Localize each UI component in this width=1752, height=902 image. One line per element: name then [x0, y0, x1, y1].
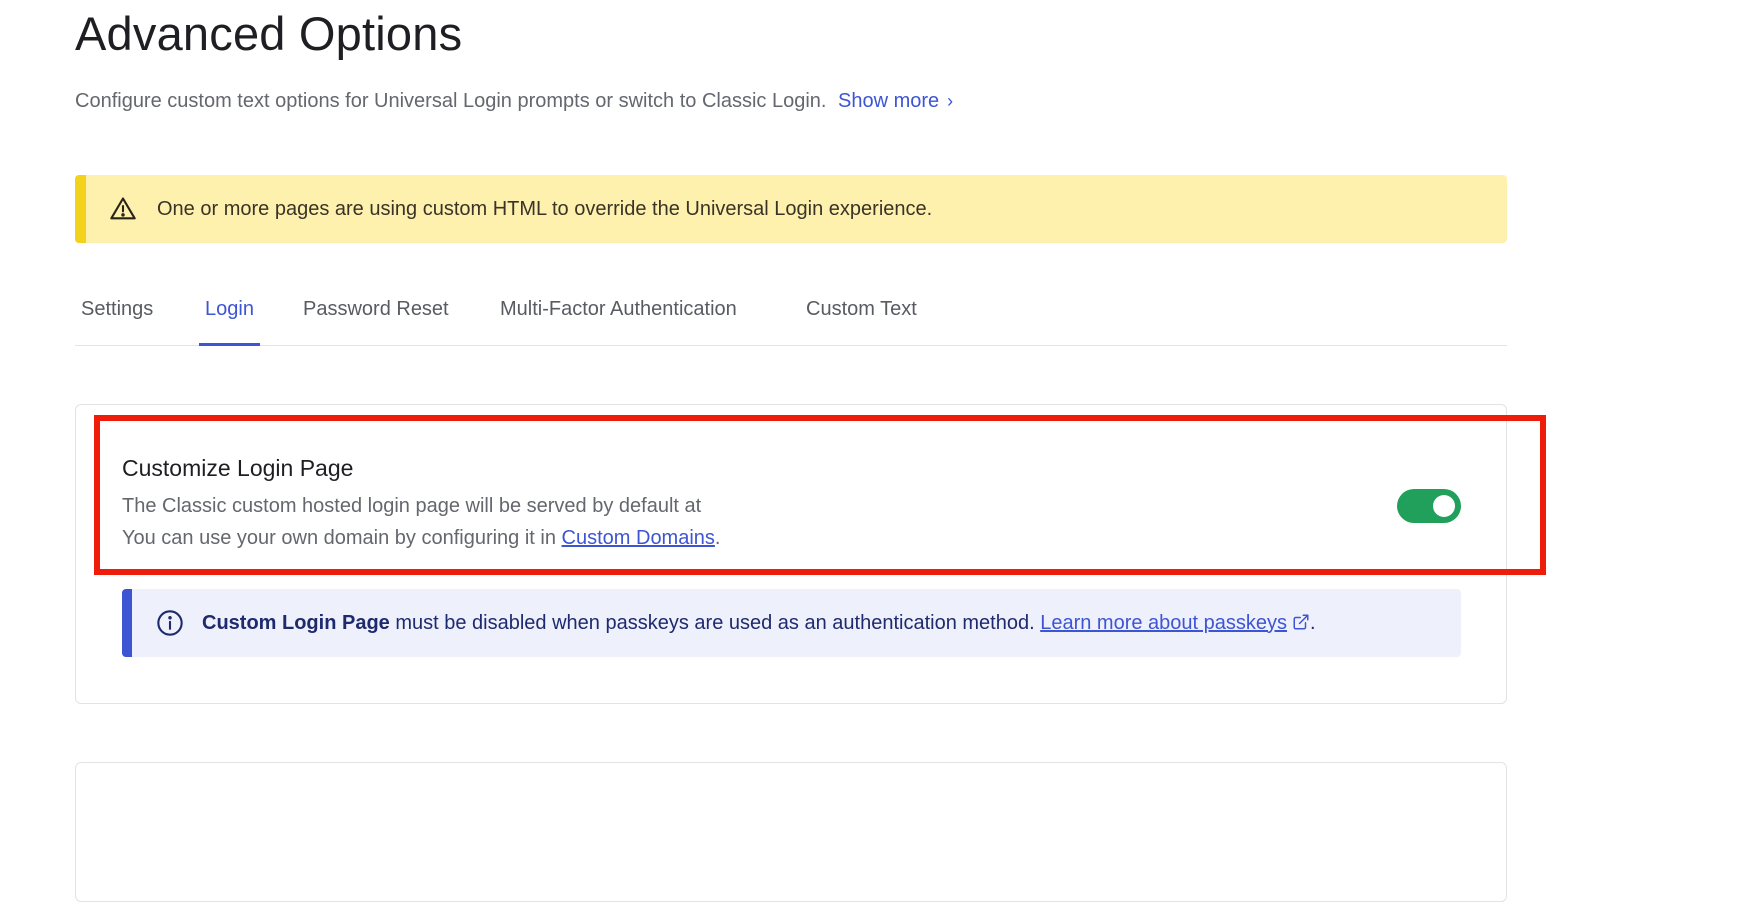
- warning-banner: One or more pages are using custom HTML …: [75, 175, 1507, 243]
- next-settings-card: [75, 762, 1507, 902]
- external-link-icon: [1293, 614, 1309, 629]
- show-more-label: Show more: [838, 90, 940, 112]
- warning-triangle-icon: [110, 197, 136, 220]
- description-text: Configure custom text options for Univer…: [75, 90, 827, 112]
- tab-password-reset[interactable]: Password Reset: [297, 298, 455, 343]
- info-text: Custom Login Page must be disabled when …: [202, 612, 1316, 635]
- tab-custom-text[interactable]: Custom Text: [800, 298, 923, 343]
- tab-login[interactable]: Login: [199, 298, 260, 346]
- page-description: Configure custom text options for Univer…: [75, 90, 953, 113]
- show-more-link[interactable]: Show more ›: [838, 90, 953, 112]
- warning-text: One or more pages are using custom HTML …: [157, 197, 933, 220]
- info-circle-icon: [157, 610, 183, 636]
- tab-settings[interactable]: Settings: [75, 298, 159, 343]
- highlight-annotation: [94, 415, 1546, 575]
- page-title: Advanced Options: [75, 7, 463, 60]
- learn-passkeys-link[interactable]: Learn more about passkeys: [1040, 612, 1310, 634]
- tab-bar: Settings Login Password Reset Multi-Fact…: [75, 288, 1507, 346]
- info-bold-text: Custom Login Page: [202, 611, 390, 634]
- info-suffix: .: [1310, 611, 1316, 634]
- info-body-text: must be disabled when passkeys are used …: [389, 611, 1041, 634]
- tab-multi-factor-authentication[interactable]: Multi-Factor Authentication: [494, 298, 743, 343]
- passkey-info-banner: Custom Login Page must be disabled when …: [122, 589, 1461, 657]
- learn-passkeys-label: Learn more about passkeys: [1040, 611, 1288, 634]
- chevron-right-icon: ›: [947, 91, 954, 111]
